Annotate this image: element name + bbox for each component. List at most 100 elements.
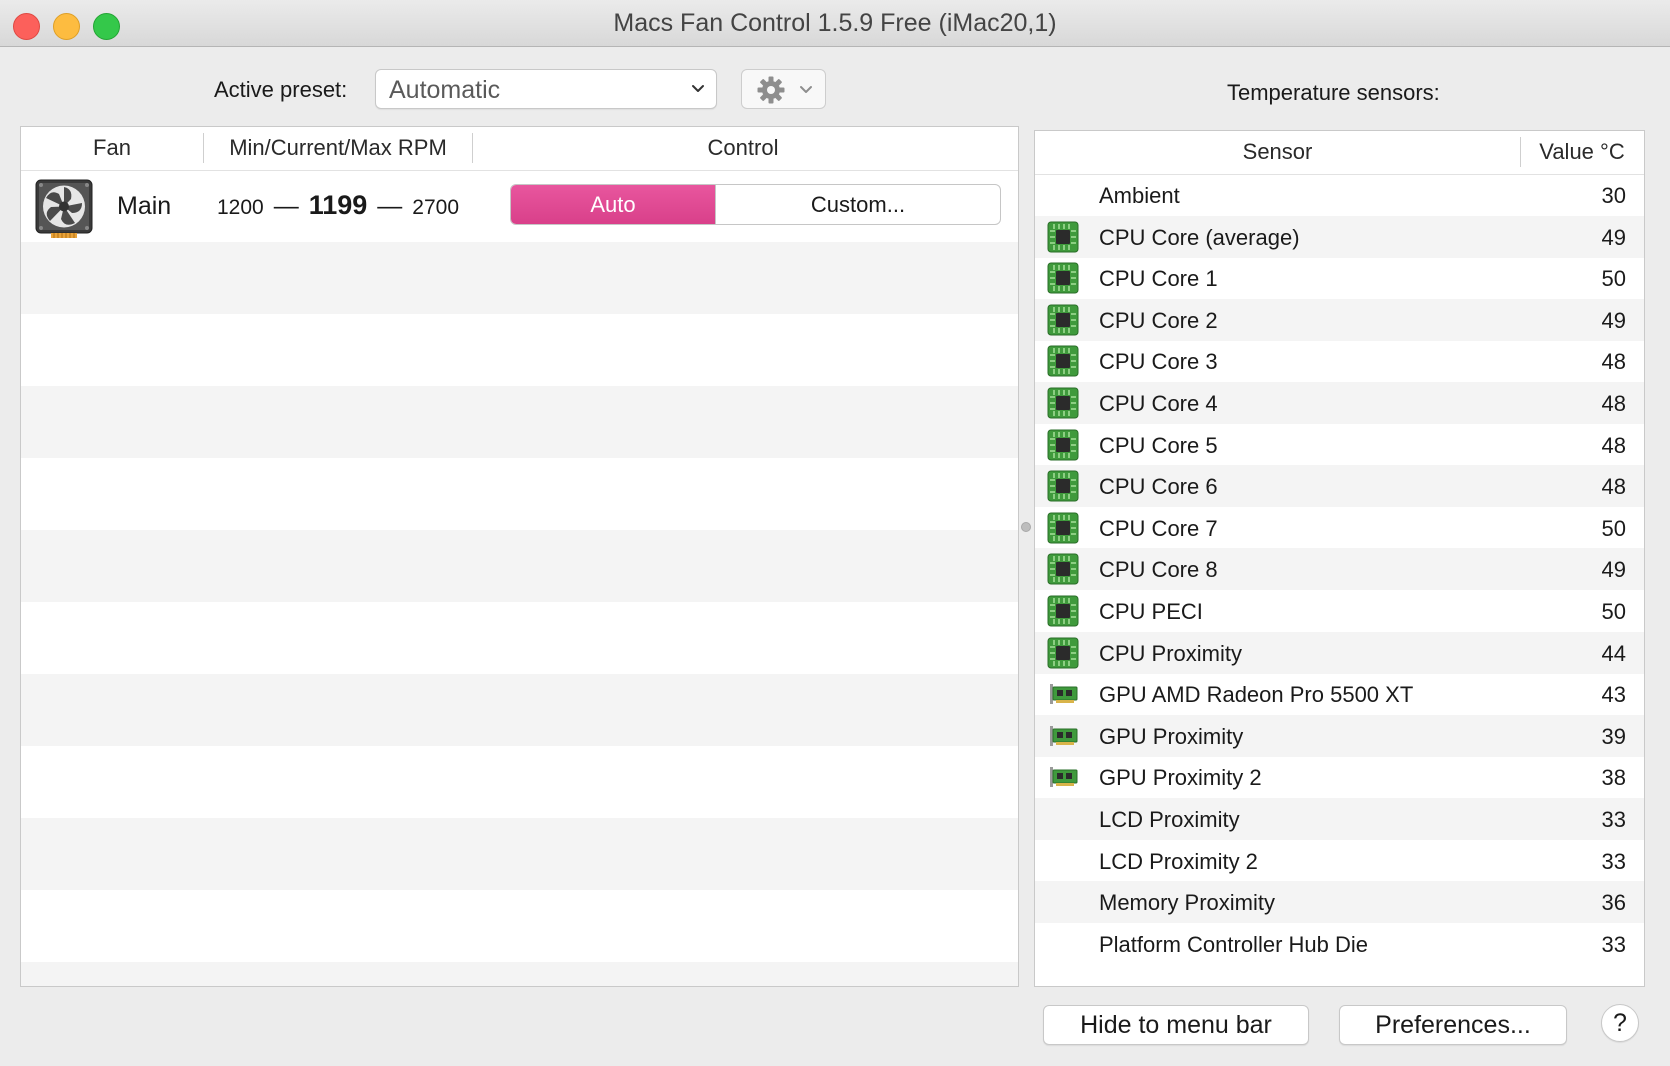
sensor-row[interactable]: GPU Proximity 39 [1035, 714, 1644, 757]
sensor-table-header: Sensor Value °C [1035, 131, 1644, 175]
settings-menu-button[interactable] [741, 69, 826, 109]
cpu-chip-icon [1047, 387, 1079, 419]
help-button[interactable]: ? [1601, 1004, 1639, 1042]
cpu-chip-icon [1047, 221, 1079, 253]
table-row [21, 890, 1018, 962]
sensor-row[interactable]: GPU Proximity 2 38 [1035, 756, 1644, 798]
chevron-down-icon [692, 85, 704, 92]
sensor-row[interactable]: CPU Core 2 49 [1035, 298, 1644, 341]
table-row [21, 386, 1018, 458]
sensor-value: 36 [1601, 890, 1626, 916]
sensor-name: CPU Core 1 [1099, 266, 1218, 292]
sensor-row[interactable]: CPU Core 7 50 [1035, 507, 1644, 549]
cpu-chip-icon [1047, 470, 1079, 502]
hide-to-menu-bar-button[interactable]: Hide to menu bar [1043, 1005, 1309, 1045]
auto-control-button[interactable]: Auto [511, 185, 715, 224]
sensor-row[interactable]: CPU Core 1 50 [1035, 257, 1644, 299]
sensor-value: 48 [1601, 349, 1626, 375]
cpu-chip-icon [1047, 595, 1079, 627]
sensor-value: 49 [1601, 307, 1626, 333]
table-row [21, 458, 1018, 530]
sensor-value: 38 [1601, 765, 1626, 791]
fan-table-body [21, 170, 1018, 986]
sensor-row[interactable]: Platform Controller Hub Die 33 [1035, 923, 1644, 965]
table-row [21, 602, 1018, 674]
preferences-button[interactable]: Preferences... [1339, 1005, 1567, 1045]
sensor-value: 50 [1601, 599, 1626, 624]
sensor-row[interactable]: Memory Proximity 36 [1035, 881, 1644, 924]
sensor-name: GPU Proximity [1099, 723, 1244, 749]
table-row [21, 530, 1018, 602]
cpu-chip-icon [1047, 429, 1079, 461]
table-row [21, 242, 1018, 314]
sensor-name: LCD Proximity 2 [1099, 848, 1258, 874]
cpu-chip-icon [1047, 304, 1079, 336]
cpu-chip-icon [1047, 262, 1079, 294]
sensor-name: Memory Proximity [1099, 890, 1276, 916]
max-rpm: 2700 [412, 196, 460, 219]
sensor-value: 49 [1601, 224, 1626, 250]
window-title: Macs Fan Control 1.5.9 Free (iMac20,1) [613, 9, 1057, 37]
table-row [21, 962, 1018, 986]
sensor-row[interactable]: CPU Core 4 48 [1035, 382, 1644, 424]
sensor-name: CPU Core 2 [1099, 307, 1218, 333]
sensor-name: Ambient [1099, 183, 1180, 208]
split-view-divider-handle[interactable] [1021, 522, 1031, 532]
sensor-row[interactable]: CPU Core (average) 49 [1035, 215, 1644, 258]
fan-row-main[interactable]: Main 1200 — 1199 — 2700 Auto Custom... [21, 170, 1018, 242]
gpu-card-icon [1050, 684, 1078, 705]
gpu-card-icon [1050, 725, 1078, 746]
sensor-row[interactable]: GPU AMD Radeon Pro 5500 XT 43 [1035, 673, 1644, 715]
sensor-name: GPU Proximity 2 [1099, 765, 1262, 791]
cpu-chip-icon [1047, 637, 1079, 669]
sensor-table: Sensor Value °C Ambient 30 CPU Core (avera… [1034, 130, 1645, 987]
fan-table: Fan Min/Current/Max RPM Control Main 120… [20, 126, 1019, 987]
cpu-chip-icon [1047, 553, 1079, 585]
fan-name: Main [117, 192, 172, 220]
active-preset-value: Automatic [389, 76, 501, 104]
sensor-name: CPU Core 6 [1099, 474, 1218, 500]
temperature-sensors-label: Temperature sensors: [1227, 80, 1440, 105]
column-header-fan[interactable]: Fan [21, 135, 203, 161]
column-header-rpm[interactable]: Min/Current/Max RPM [204, 135, 472, 161]
column-header-control[interactable]: Control [473, 135, 1013, 161]
sensor-name: CPU Core (average) [1099, 224, 1300, 250]
sensor-value: 49 [1601, 557, 1626, 583]
sensor-row[interactable]: CPU Proximity 44 [1035, 631, 1644, 674]
column-header-value[interactable]: Value °C [1521, 139, 1643, 165]
sensor-row[interactable]: Ambient 30 [1035, 174, 1644, 216]
sensor-row[interactable]: LCD Proximity 33 [1035, 798, 1644, 840]
custom-control-button[interactable]: Custom... [715, 185, 1000, 224]
sensor-value: 30 [1601, 183, 1626, 208]
sensor-name: CPU Core 4 [1099, 391, 1218, 416]
sensor-row[interactable]: CPU Core 8 49 [1035, 548, 1644, 591]
sensor-row[interactable]: CPU PECI 50 [1035, 590, 1644, 632]
cpu-chip-icon [1047, 345, 1079, 377]
min-rpm: 1200 [217, 196, 264, 219]
sensor-value: 48 [1601, 474, 1626, 500]
sensor-value: 43 [1601, 682, 1626, 708]
column-header-sensor[interactable]: Sensor [1035, 139, 1520, 165]
fan-table-header: Fan Min/Current/Max RPM Control [21, 127, 1018, 171]
sensor-value: 33 [1601, 848, 1626, 874]
rpm-separator: — [273, 192, 299, 220]
table-row [21, 818, 1018, 890]
sensor-name: GPU AMD Radeon Pro 5500 XT [1099, 682, 1414, 708]
active-preset-select[interactable]: Automatic [375, 69, 717, 109]
rpm-separator: — [377, 192, 403, 220]
sensor-name: CPU Core 5 [1099, 432, 1218, 458]
table-row [21, 674, 1018, 746]
current-rpm: 1199 [308, 190, 368, 220]
table-row [21, 314, 1018, 386]
sensor-value: 50 [1601, 515, 1626, 541]
sensor-row[interactable]: CPU Core 5 48 [1035, 424, 1644, 466]
cpu-chip-icon [1047, 512, 1079, 544]
sensor-value: 33 [1601, 931, 1626, 957]
sensor-row[interactable]: LCD Proximity 2 33 [1035, 840, 1644, 882]
sensor-row[interactable]: CPU Core 6 48 [1035, 465, 1644, 508]
sensor-name: CPU Proximity [1099, 640, 1243, 666]
sensor-name: LCD Proximity [1099, 807, 1240, 832]
active-preset-label: Active preset: [214, 77, 348, 102]
sensor-row[interactable]: CPU Core 3 48 [1035, 340, 1644, 382]
sensor-value: 50 [1601, 266, 1626, 292]
